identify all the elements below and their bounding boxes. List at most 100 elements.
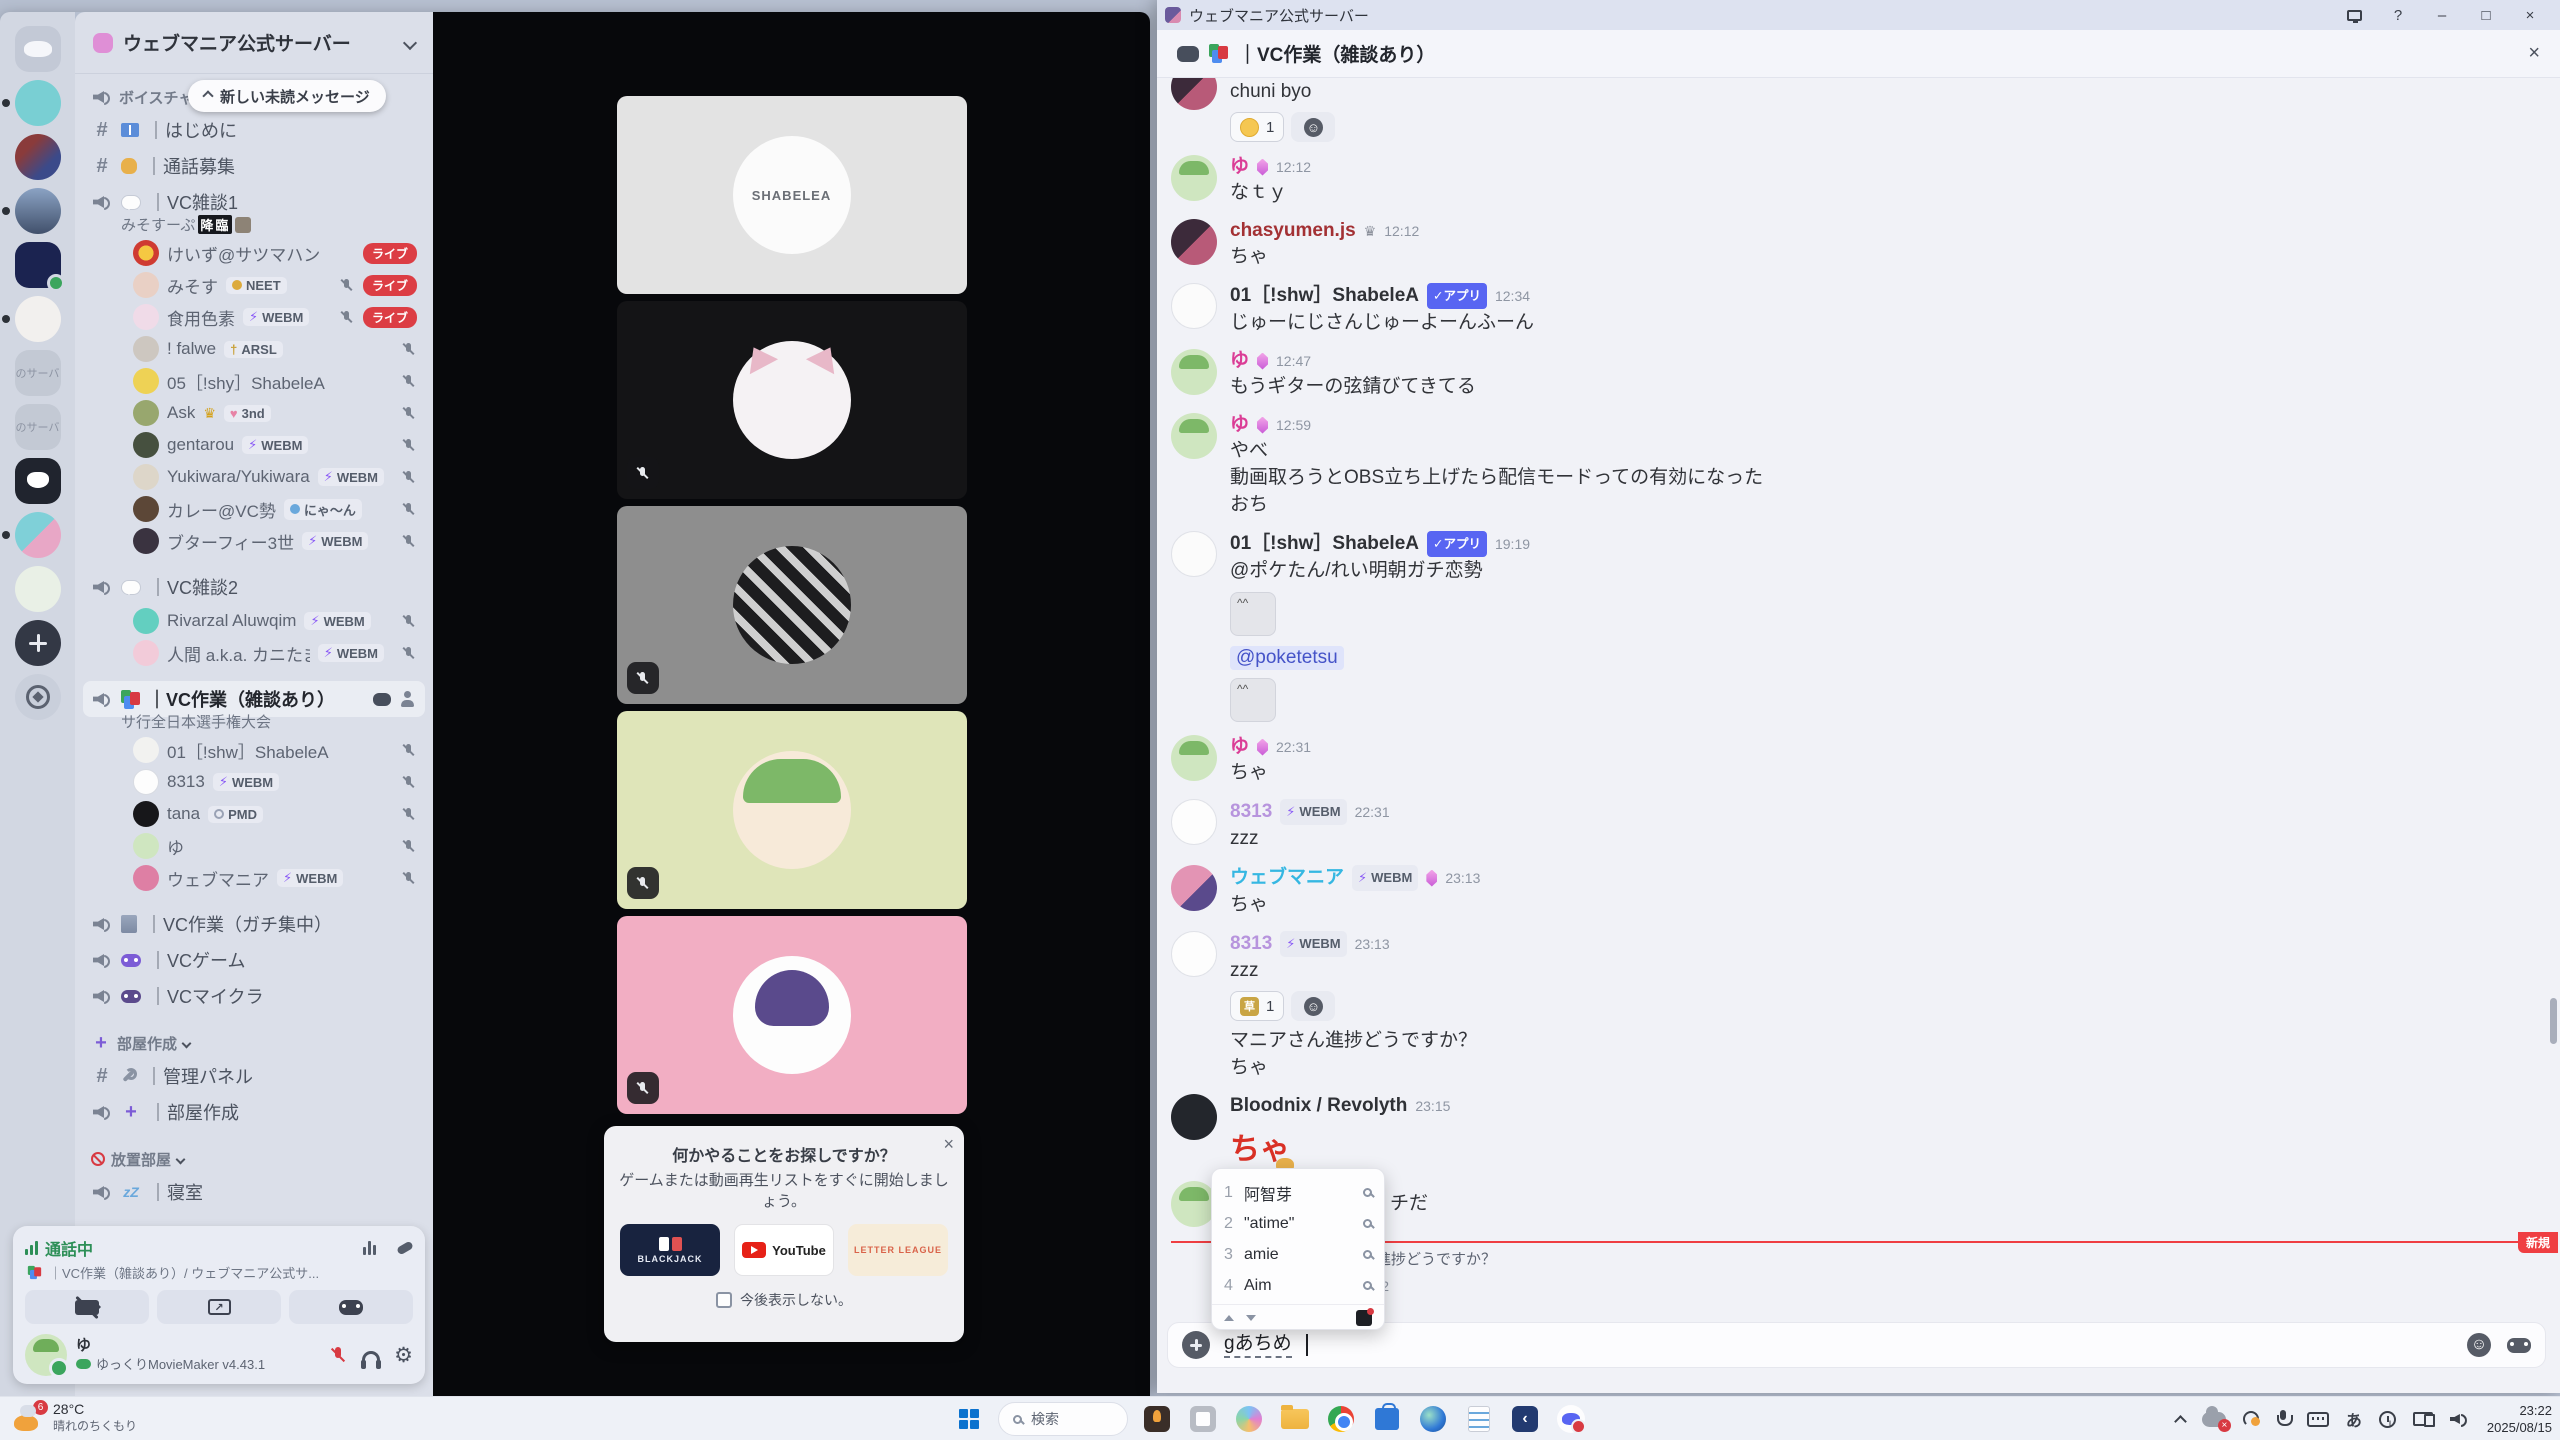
ime-pad-icon[interactable] (1356, 1307, 1374, 1326)
activity-letter-league[interactable]: LETTER LEAGUE (848, 1224, 948, 1276)
author-name[interactable]: 01［!shw］ShabeleA (1230, 532, 1419, 556)
author-name[interactable]: chasyumen.js (1230, 219, 1356, 243)
file-explorer-button[interactable] (1278, 1402, 1312, 1436)
video-tile-webmania[interactable] (616, 916, 967, 1114)
author-name[interactable]: ゆ (1230, 349, 1249, 373)
start-button[interactable] (952, 1402, 986, 1436)
server-icon-cat-sunglasses[interactable] (14, 458, 61, 504)
video-tile-catgirl[interactable] (616, 301, 967, 499)
avatar[interactable] (1171, 931, 1217, 977)
user-avatar[interactable] (25, 1334, 69, 1378)
voice-member[interactable]: ブターフィー3世 ⚡ WEBM (83, 525, 425, 557)
voice-member[interactable]: ウェブマニア ⚡ WEBM (83, 862, 425, 894)
author-name[interactable]: 01［!shw］ShabeleA (1230, 284, 1419, 308)
server-icon-miku[interactable] (1, 512, 61, 558)
message[interactable]: ウェブマニア ⚡ WEBM 23:13 ちゃ (1171, 865, 2534, 918)
voice-member[interactable]: 05［!shy］ShabeleA (83, 365, 425, 397)
avatar[interactable] (1171, 349, 1217, 395)
ms-store-button[interactable] (1370, 1402, 1404, 1436)
minimize-button[interactable]: – (2420, 0, 2464, 30)
message[interactable]: chasyumen.js ♛ 12:12 ちゃ (1171, 219, 2534, 270)
reaction-pill[interactable]: 1 (1230, 112, 1285, 142)
message[interactable]: ゆ 22:31 ちゃ (1171, 735, 2534, 786)
message[interactable]: 8313 ⚡ WEBM 22:31 zzz (1171, 799, 2534, 852)
voice-channel-path[interactable]: ｜VC作業（雑談あり）/ ウェブマニア公式サ... (49, 1263, 319, 1282)
new-badge[interactable]: 新規 (2517, 1232, 2558, 1253)
message[interactable]: ゆ 12:12 なｔｙ (1171, 155, 2534, 206)
gif-controller-icon[interactable] (2507, 1337, 2531, 1353)
message[interactable]: 01［!shw］ShabeleA ✓アプリ 19:19 @ポケたん/れい明朝ガチ恋勢… (1171, 531, 2534, 722)
ime-mode-indicator[interactable]: あ (2346, 1407, 2362, 1431)
cast-icon[interactable] (2412, 1412, 2435, 1427)
avatar[interactable] (1171, 1094, 1217, 1140)
screenshare-button[interactable]: ↗ (157, 1290, 281, 1324)
settings-gear-icon[interactable]: ⚙ (394, 1343, 413, 1368)
add-server-button[interactable] (14, 620, 61, 666)
channel-vcwork2[interactable]: ｜VC作業（ガチ集中） (83, 906, 425, 942)
voice-member[interactable]: けいず@サツマハン ライブ (83, 237, 425, 269)
message[interactable]: ゆ 12:59 やべ 動画取ろうとOBS立ち上げたら配信モードっての有効になった … (1171, 413, 2534, 518)
author-name[interactable]: ゆ (1230, 413, 1249, 437)
voice-member[interactable]: tana PMD (83, 798, 425, 830)
category-idle-room[interactable]: 放置部屋 (83, 1144, 425, 1174)
server-icon-fireworks[interactable] (14, 242, 65, 292)
channel-vcmc[interactable]: ｜VCマイクラ (83, 978, 425, 1014)
open-chat-icon[interactable] (373, 692, 391, 706)
voice-member[interactable]: みそす NEET ライブ (83, 269, 425, 301)
discord-taskbar-button[interactable] (1554, 1402, 1588, 1436)
channel-shinshitsu[interactable]: zZ ｜寝室 (83, 1174, 425, 1210)
voice-member[interactable]: ! falwe † ARSL (83, 333, 425, 365)
window-titlebar[interactable]: ウェブマニア公式サーバー ? – □ × (1157, 0, 2560, 30)
avatar[interactable] (1171, 735, 1217, 781)
author-name[interactable]: Bloodnix / Revolyth (1230, 1094, 1407, 1118)
video-tile-shabelea[interactable]: SHABELEA (616, 96, 967, 294)
activity-youtube[interactable]: YouTube (734, 1224, 834, 1276)
channel-vc2[interactable]: ｜VC雑談2 (83, 569, 425, 605)
close-icon[interactable]: × (943, 1134, 954, 1155)
mic-mute-toggle[interactable] (328, 1345, 348, 1365)
ime-candidate[interactable]: 1 阿智芽 (1212, 1177, 1384, 1208)
voice-member[interactable]: Rivarzal Aluwqim ⚡ WEBM (83, 605, 425, 637)
close-window-button[interactable]: × (2508, 0, 2552, 30)
new-unread-messages-pill[interactable]: 新しい未読メッセージ (188, 80, 386, 112)
attach-plus-button[interactable] (1182, 1331, 1210, 1359)
avatar[interactable] (1171, 219, 1217, 265)
activity-blackjack[interactable]: BLACKJACK (620, 1224, 720, 1276)
ime-candidate[interactable]: 2 "atime" (1212, 1208, 1384, 1239)
voice-member[interactable]: 8313 ⚡ WEBM (83, 766, 425, 798)
voice-member[interactable]: 食用色素 ⚡ WEBM ライブ (83, 301, 425, 333)
popout-monitor-button[interactable] (2332, 0, 2376, 30)
dont-show-again-checkbox[interactable] (716, 1292, 732, 1308)
discord-home-button[interactable] (14, 26, 61, 72)
members-icon[interactable] (399, 691, 417, 707)
scrollbar-thumb[interactable] (2550, 998, 2557, 1044)
voice-member[interactable]: Yukiwara/Yukiwara ⚡ WEBM (83, 461, 425, 493)
voice-member[interactable]: カレー@VC勢 にゃ～ん (83, 493, 425, 525)
emoji-picker-icon[interactable]: ☺ (2467, 1333, 2491, 1357)
maximize-button[interactable]: □ (2464, 0, 2508, 30)
video-tile-yu[interactable] (616, 711, 967, 909)
search-icon[interactable] (1363, 1219, 1372, 1228)
avatar[interactable] (1171, 799, 1217, 845)
code-app-button[interactable]: ‹ (1508, 1402, 1542, 1436)
search-icon[interactable] (1363, 1250, 1372, 1259)
headphones-icon[interactable] (361, 1351, 382, 1369)
mention-pill[interactable]: @poketetsu (1230, 646, 1344, 670)
attachment-box[interactable]: ^^ (1230, 678, 1276, 722)
avatar[interactable] (1171, 865, 1217, 911)
channel-vcgame[interactable]: ｜VCゲーム (83, 942, 425, 978)
ime-down-arrow[interactable] (1246, 1314, 1256, 1321)
onedrive-icon[interactable] (2201, 1405, 2231, 1432)
message[interactable]: ゆ 12:47 もうギターの弦錆びてきてる (1171, 349, 2534, 400)
noise-suppression-icon[interactable] (363, 1241, 376, 1255)
notepad-button[interactable] (1462, 1402, 1496, 1436)
touch-keyboard-icon[interactable] (2306, 1411, 2329, 1427)
taskbar-weather-widget[interactable]: 6 28°C 晴れのちくもり (14, 1400, 137, 1435)
cha-sticker-emoji[interactable]: ちゃ (1230, 1124, 1300, 1172)
avatar[interactable] (1171, 78, 1217, 110)
author-name[interactable]: 8313 (1230, 800, 1272, 824)
ime-up-arrow[interactable] (1224, 1314, 1234, 1321)
author-name[interactable]: ゆ (1230, 155, 1249, 179)
help-button[interactable]: ? (2376, 0, 2420, 30)
server-icon-flag[interactable] (14, 134, 61, 180)
